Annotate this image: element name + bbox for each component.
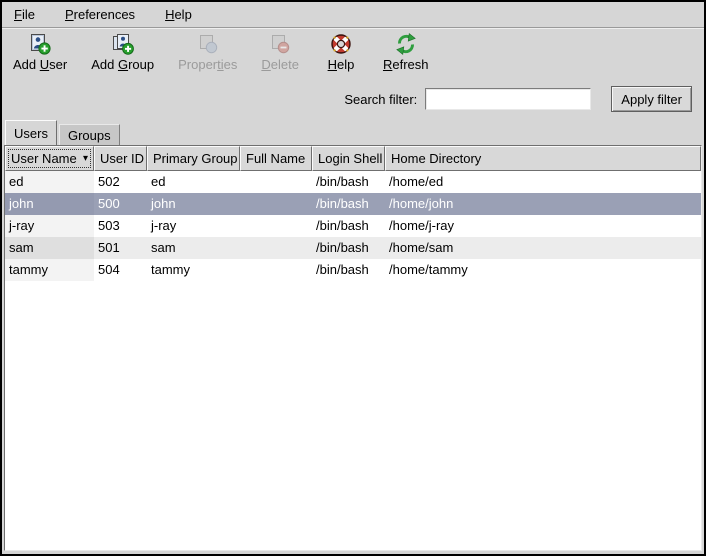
apply-filter-button[interactable]: Apply filter bbox=[611, 86, 692, 112]
refresh-label: Refresh bbox=[383, 57, 429, 72]
delete-icon bbox=[268, 32, 292, 56]
properties-icon bbox=[196, 32, 220, 56]
column-header-primary-group[interactable]: Primary Group bbox=[147, 146, 240, 171]
add-group-label: Add Group bbox=[91, 57, 154, 72]
menu-bar: File Preferences Help bbox=[2, 2, 704, 28]
users-table: User Name ▾ User ID Primary Group Full N… bbox=[4, 145, 702, 551]
table-row[interactable]: sam 501 sam /bin/bash /home/sam bbox=[5, 237, 701, 259]
delete-label: Delete bbox=[261, 57, 299, 72]
toolbar: Add User Add Group Properties Delete bbox=[2, 28, 704, 80]
menu-help[interactable]: Help bbox=[163, 5, 194, 24]
column-header-user-name[interactable]: User Name ▾ bbox=[5, 146, 94, 171]
add-user-icon bbox=[28, 32, 52, 56]
tab-bar: Users Groups bbox=[2, 120, 704, 145]
refresh-button[interactable]: Refresh bbox=[378, 31, 434, 73]
table-body: ed 502 ed /bin/bash /home/ed john 500 jo… bbox=[5, 171, 701, 550]
column-header-user-id[interactable]: User ID bbox=[94, 146, 147, 171]
table-row[interactable]: tammy 504 tammy /bin/bash /home/tammy bbox=[5, 259, 701, 281]
properties-button: Properties bbox=[173, 31, 242, 73]
menu-file[interactable]: File bbox=[12, 5, 37, 24]
tab-groups[interactable]: Groups bbox=[59, 124, 120, 145]
search-filter-label: Search filter: bbox=[344, 92, 417, 107]
menu-preferences[interactable]: Preferences bbox=[63, 5, 137, 24]
search-filter-input[interactable] bbox=[425, 88, 591, 110]
help-button[interactable]: Help bbox=[318, 31, 364, 73]
column-header-home-directory[interactable]: Home Directory bbox=[385, 146, 701, 171]
help-label: Help bbox=[328, 57, 355, 72]
column-header-full-name[interactable]: Full Name bbox=[240, 146, 312, 171]
table-row[interactable]: ed 502 ed /bin/bash /home/ed bbox=[5, 171, 701, 193]
refresh-icon bbox=[394, 32, 418, 56]
sort-indicator-icon: ▾ bbox=[77, 153, 88, 164]
add-group-icon bbox=[111, 32, 135, 56]
table-row-selected[interactable]: john 500 john /bin/bash /home/john bbox=[5, 193, 701, 215]
search-filter-row: Search filter: Apply filter bbox=[2, 86, 704, 112]
add-user-label: Add User bbox=[13, 57, 67, 72]
tab-users[interactable]: Users bbox=[5, 120, 57, 145]
table-header-row: User Name ▾ User ID Primary Group Full N… bbox=[5, 146, 701, 171]
column-header-login-shell[interactable]: Login Shell bbox=[312, 146, 385, 171]
properties-label: Properties bbox=[178, 57, 237, 72]
delete-button: Delete bbox=[256, 31, 304, 73]
help-icon bbox=[329, 32, 353, 56]
table-row[interactable]: j-ray 503 j-ray /bin/bash /home/j-ray bbox=[5, 215, 701, 237]
add-group-button[interactable]: Add Group bbox=[86, 31, 159, 73]
add-user-button[interactable]: Add User bbox=[8, 31, 72, 73]
